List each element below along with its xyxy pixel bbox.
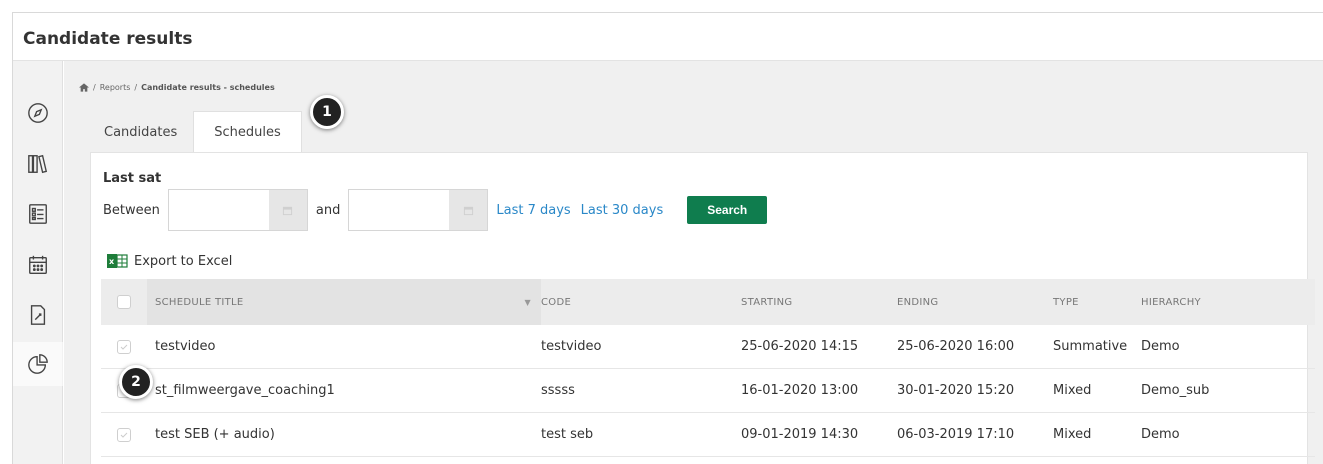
pie-chart-icon bbox=[27, 354, 48, 374]
sidebar-item-library[interactable] bbox=[13, 142, 63, 186]
breadcrumb-separator: / bbox=[134, 83, 138, 92]
schedules-table: SCHEDULE TITLE ▼ CODE STARTING ENDING TYP… bbox=[101, 279, 1315, 457]
column-header-ending[interactable]: ENDING bbox=[897, 297, 1053, 308]
cell-hierarchy: Demo bbox=[1141, 339, 1180, 354]
last-30-days-link[interactable]: Last 30 days bbox=[581, 203, 664, 218]
title-bar: Candidate results bbox=[13, 13, 1323, 61]
sort-icon: ▼ bbox=[524, 297, 531, 307]
row-checkbox[interactable] bbox=[117, 339, 131, 354]
check-icon bbox=[120, 432, 128, 438]
excel-icon: x bbox=[107, 254, 128, 268]
cell-code: sssss bbox=[541, 383, 575, 398]
cell-title: testvideo bbox=[155, 339, 216, 354]
document-edit-icon bbox=[30, 305, 46, 325]
row-checkbox[interactable] bbox=[117, 427, 131, 442]
calendar-icon bbox=[463, 206, 473, 215]
sidebar-item-compass[interactable] bbox=[13, 91, 63, 135]
to-date-input[interactable] bbox=[349, 190, 450, 230]
from-date-picker-button[interactable] bbox=[268, 190, 307, 230]
cell-ending: 25-06-2020 16:00 bbox=[897, 339, 1015, 354]
export-label: Export to Excel bbox=[134, 253, 233, 269]
cell-code: test seb bbox=[541, 427, 594, 442]
sidebar bbox=[13, 61, 63, 464]
home-icon[interactable] bbox=[79, 83, 89, 92]
to-date-picker-button[interactable] bbox=[449, 190, 488, 230]
from-date-field bbox=[167, 189, 308, 231]
cell-code: testvideo bbox=[541, 339, 602, 354]
column-header-hierarchy[interactable]: HIERARCHY bbox=[1141, 297, 1311, 308]
select-all-checkbox[interactable] bbox=[117, 295, 131, 309]
export-to-excel-button[interactable]: x Export to Excel bbox=[107, 253, 232, 269]
tab-schedules[interactable]: Schedules bbox=[193, 111, 302, 153]
search-button[interactable]: Search bbox=[687, 196, 768, 224]
table-row[interactable]: st_filmweergave_coaching1 sssss 16-01-20… bbox=[101, 369, 1315, 413]
cell-type: Mixed bbox=[1053, 383, 1092, 398]
cell-title: st_filmweergave_coaching1 bbox=[155, 383, 335, 398]
tab-bar: Candidates Schedules bbox=[88, 111, 302, 153]
cell-ending: 06-03-2019 17:10 bbox=[897, 427, 1015, 442]
calendar-icon bbox=[29, 255, 47, 274]
cell-ending: 30-01-2020 15:20 bbox=[897, 383, 1015, 398]
cell-hierarchy: Demo bbox=[1141, 427, 1180, 442]
compass-icon bbox=[28, 103, 48, 123]
date-filter-row: Between and Last 7 days Last 30 days Sea bbox=[103, 189, 768, 231]
breadcrumb: / Reports / Candidate results - schedule… bbox=[79, 83, 275, 92]
last-7-days-link[interactable]: Last 7 days bbox=[496, 203, 570, 218]
list-icon bbox=[29, 204, 47, 224]
cell-starting: 16-01-2020 13:00 bbox=[741, 383, 859, 398]
and-label: and bbox=[315, 202, 341, 218]
to-date-field bbox=[348, 189, 489, 231]
page-title: Candidate results bbox=[23, 29, 193, 49]
between-label: Between bbox=[103, 202, 160, 218]
sidebar-item-list[interactable] bbox=[13, 192, 63, 236]
cell-starting: 25-06-2020 14:15 bbox=[741, 339, 859, 354]
sidebar-item-reports[interactable] bbox=[13, 342, 63, 386]
results-panel: Last sat Between and Last 7 days Last 30… bbox=[90, 152, 1315, 464]
annotation-badge-1: 1 bbox=[310, 95, 344, 129]
sidebar-item-document[interactable] bbox=[13, 293, 63, 337]
cell-type: Summative bbox=[1053, 339, 1128, 354]
column-header-code[interactable]: CODE bbox=[541, 297, 741, 308]
table-header: SCHEDULE TITLE ▼ CODE STARTING ENDING TYP… bbox=[101, 279, 1315, 325]
calendar-icon bbox=[283, 206, 293, 215]
tab-candidates[interactable]: Candidates bbox=[88, 111, 193, 153]
cell-type: Mixed bbox=[1053, 427, 1092, 442]
from-date-input[interactable] bbox=[168, 190, 269, 230]
table-row[interactable]: test SEB (+ audio) test seb 09-01-2019 1… bbox=[101, 413, 1315, 457]
column-header-starting[interactable]: STARTING bbox=[741, 297, 897, 308]
cell-starting: 09-01-2019 14:30 bbox=[741, 427, 859, 442]
library-icon bbox=[28, 154, 48, 174]
annotation-badge-2: 2 bbox=[119, 365, 153, 399]
cell-hierarchy: Demo_sub bbox=[1141, 383, 1210, 398]
table-row[interactable]: testvideo testvideo 25-06-2020 14:15 25-… bbox=[101, 325, 1315, 369]
check-icon bbox=[120, 344, 128, 350]
breadcrumb-current: Candidate results - schedules bbox=[141, 83, 275, 92]
main-content: / Reports / Candidate results - schedule… bbox=[64, 61, 1323, 464]
breadcrumb-separator: / bbox=[93, 83, 96, 92]
sidebar-item-calendar[interactable] bbox=[13, 243, 63, 287]
column-header-type[interactable]: TYPE bbox=[1053, 297, 1141, 308]
last-sat-label: Last sat bbox=[103, 171, 162, 186]
app-frame: Candidate results / Reports / Candidate … bbox=[12, 12, 1323, 464]
breadcrumb-reports[interactable]: Reports bbox=[100, 83, 131, 92]
cell-title: test SEB (+ audio) bbox=[155, 427, 275, 442]
column-header-title[interactable]: SCHEDULE TITLE ▼ bbox=[147, 279, 541, 325]
svg-text:x: x bbox=[109, 257, 115, 266]
